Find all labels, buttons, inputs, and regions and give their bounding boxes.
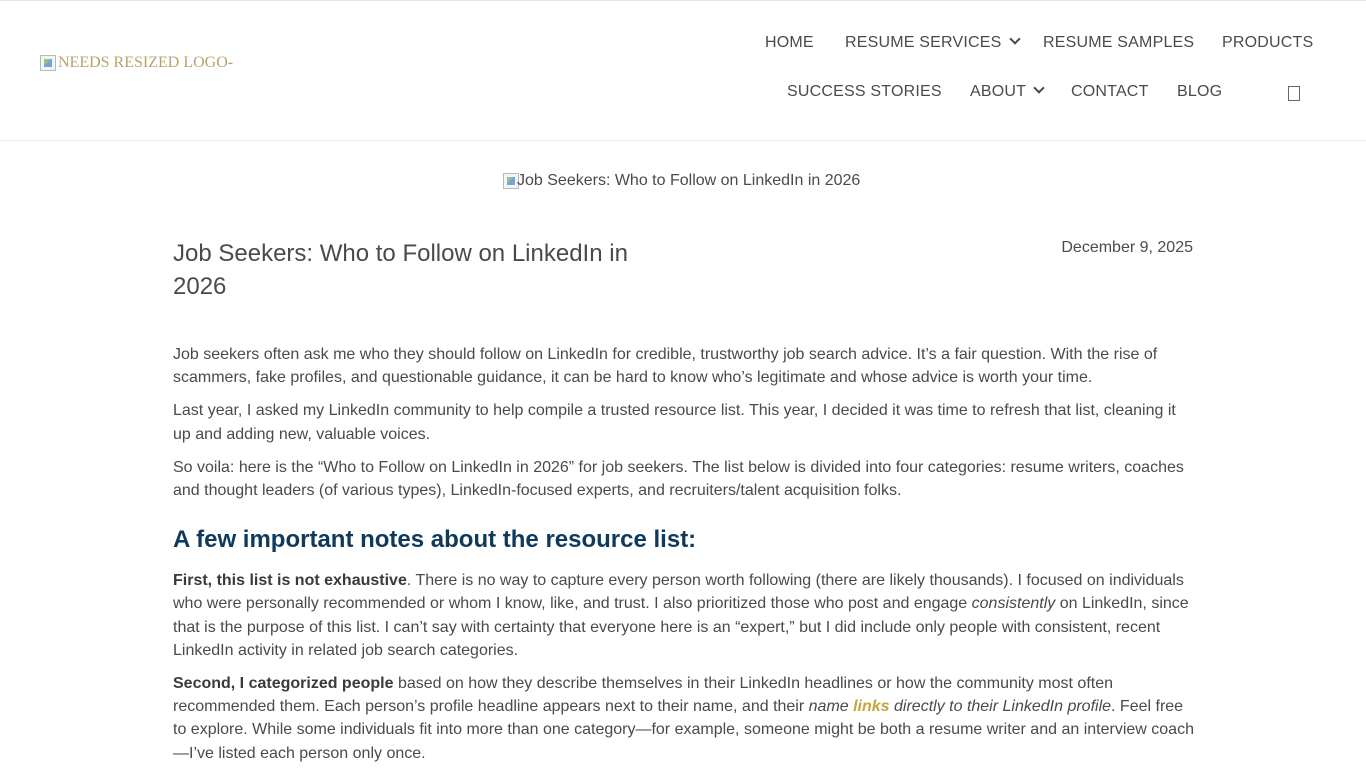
nav-resume-services-label: RESUME SERVICES bbox=[845, 34, 1002, 51]
article-title: Job Seekers: Who to Follow on LinkedIn i… bbox=[173, 240, 628, 300]
nav-contact[interactable]: CONTACT bbox=[1071, 83, 1149, 101]
nav-success-stories[interactable]: SUCCESS STORIES bbox=[787, 83, 942, 101]
hero-image-alt-text: Job Seekers: Who to Follow on LinkedIn i… bbox=[517, 172, 861, 189]
paragraph-note-second: Second, I categorized people based on ho… bbox=[173, 672, 1195, 765]
note-second-lead: Second, I categorized people bbox=[173, 675, 394, 693]
logo-alt-text: NEEDS RESIZED LOGO- bbox=[58, 54, 234, 71]
paragraph-note-first: First, this list is not exhaustive. Ther… bbox=[173, 569, 1195, 662]
chevron-down-icon[interactable] bbox=[1033, 82, 1045, 94]
nav-blog[interactable]: BLOG bbox=[1177, 83, 1222, 101]
cart-icon[interactable] bbox=[1288, 86, 1300, 101]
nav-products[interactable]: PRODUCTS bbox=[1222, 34, 1313, 52]
note-first-lead: First, this list is not exhaustive bbox=[173, 572, 407, 590]
site-header: NEEDS RESIZED LOGO- HOME RESUME SERVICES… bbox=[0, 0, 1366, 141]
paragraph-voila: So voila: here is the “Who to Follow on … bbox=[173, 458, 1184, 500]
notes-heading: A few important notes about the resource… bbox=[173, 526, 697, 554]
paragraph-last-year: Last year, I asked my LinkedIn community… bbox=[173, 402, 1176, 443]
broken-image-icon bbox=[40, 55, 56, 71]
hero-image: Job Seekers: Who to Follow on LinkedIn i… bbox=[503, 173, 903, 197]
site-logo[interactable]: NEEDS RESIZED LOGO- bbox=[40, 55, 240, 79]
nav-about-label: ABOUT bbox=[970, 83, 1027, 100]
nav-resume-services[interactable]: RESUME SERVICES bbox=[845, 33, 1021, 52]
nav-resume-samples[interactable]: RESUME SAMPLES bbox=[1043, 34, 1194, 52]
paragraph-intro: Job seekers often ask me who they should… bbox=[173, 346, 1158, 387]
note-first-emphasis: consistently bbox=[971, 595, 1056, 613]
chevron-down-icon[interactable] bbox=[1008, 33, 1021, 45]
note-second-emphasis-2: directly to their LinkedIn profile bbox=[889, 698, 1112, 716]
note-second-emphasis-1: name bbox=[808, 698, 854, 716]
nav-home[interactable]: HOME bbox=[765, 34, 814, 52]
links-link[interactable]: links bbox=[853, 698, 889, 715]
nav-about[interactable]: ABOUT bbox=[970, 82, 1045, 101]
article-body: Job seekers often ask me who they should… bbox=[173, 343, 1195, 775]
article-date: December 9, 2025 bbox=[1061, 239, 1193, 256]
